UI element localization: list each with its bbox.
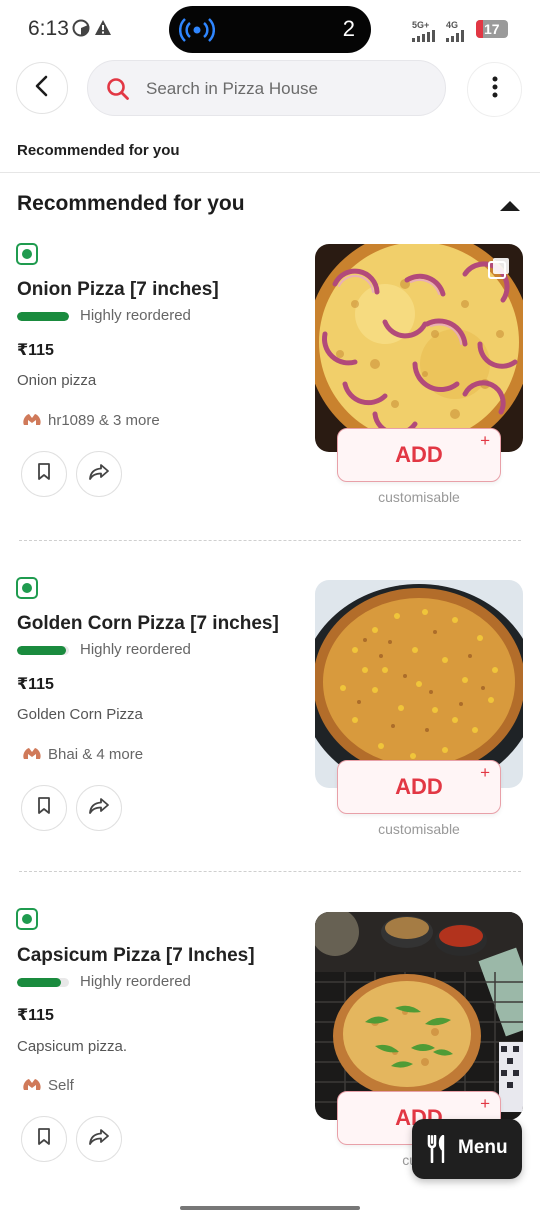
status-bar: 6:13 2 5G+ 4G 17 [0,0,540,58]
cutlery-icon [426,1134,448,1168]
search-icon [106,77,130,106]
bookmark-icon [37,462,51,486]
dashed-divider [19,871,521,872]
item-price: ₹115 [17,342,54,359]
search-input[interactable]: Search in Pizza House [87,60,446,116]
bookmark-button[interactable] [21,1116,67,1162]
item-description: Capsicum pizza. [17,1038,128,1055]
divider [0,172,540,173]
collapse-caret-icon[interactable] [500,201,520,211]
status-time: 6:13 [28,17,69,40]
heart-hands-icon [22,1076,42,1096]
customisable-label: customisable [378,821,460,837]
item-name: Onion Pizza [7 inches] [17,279,219,300]
capsicum-pizza-image[interactable] [315,912,523,1120]
battery-icon: 17 [476,20,508,38]
item-description: Onion pizza [17,372,97,389]
golden-corn-pizza-image[interactable] [315,580,523,788]
reorder-fill [17,646,67,655]
share-icon [88,463,110,486]
add-label: ADD [395,774,443,799]
shared-by: hr1089 & 3 more [22,411,160,431]
back-button[interactable] [16,62,68,114]
dashed-divider [19,540,521,541]
search-placeholder: Search in Pizza House [146,79,318,98]
bookmark-button[interactable] [21,785,67,831]
add-button[interactable]: ADD + [337,428,501,482]
reorder-label: Highly reordered [80,307,191,324]
plus-icon: + [480,1094,490,1113]
veg-icon [16,243,38,265]
shared-by: Bhai & 4 more [22,745,143,765]
shared-by: Self [22,1076,74,1096]
reorder-meter [17,978,69,987]
reorder-label: Highly reordered [80,973,191,990]
heart-hands-icon [22,745,42,765]
item-price: ₹115 [17,676,54,693]
data-saver-icon [72,19,90,42]
share-button[interactable] [76,1116,122,1162]
item-name: Golden Corn Pizza [7 inches] [17,613,279,634]
more-options-button[interactable] [467,62,522,117]
heart-hands-icon [22,411,42,431]
plus-icon: + [480,763,490,782]
home-indicator[interactable] [180,1206,360,1210]
signal-5g: 5G+ [412,20,438,42]
bookmark-icon [37,796,51,820]
share-icon [88,1128,110,1151]
broadcast-icon [178,15,216,50]
reorder-meter [17,312,69,321]
bookmark-icon [37,1127,51,1151]
menu-label: Menu [458,1137,508,1158]
bookmark-button[interactable] [21,451,67,497]
shared-by-label: Self [48,1077,74,1094]
add-label: ADD [395,442,443,467]
signal-5g-label: 5G+ [412,20,430,30]
veg-icon [16,908,38,930]
alert-icon [94,19,112,41]
shared-by-label: Bhai & 4 more [48,746,144,763]
share-button[interactable] [76,451,122,497]
reorder-fill [17,312,69,321]
share-icon [88,797,110,820]
onion-pizza-image[interactable] [315,244,523,452]
live-activity-pill[interactable]: 2 [169,6,371,53]
reorder-meter [17,646,69,655]
share-button[interactable] [76,785,122,831]
signal-4g-label: 4G [446,20,459,30]
item-description: Golden Corn Pizza [17,706,143,723]
shared-by-label: hr1089 & 3 more [48,412,160,429]
veg-icon [16,577,38,599]
more-vertical-icon [492,76,498,103]
customisable-label: customisable [378,489,460,505]
reorder-label: Highly reordered [80,641,191,658]
item-price: ₹115 [17,1007,54,1024]
reorder-fill [17,978,62,987]
section-title: Recommended for you [17,192,245,215]
plus-icon: + [480,431,490,450]
battery-level: 17 [484,21,500,37]
pill-count: 2 [342,16,355,41]
add-button[interactable]: ADD + [337,760,501,814]
menu-button[interactable]: Menu [412,1119,522,1179]
chevron-left-icon [32,75,52,102]
sticky-category-label: Recommended for you [17,142,180,159]
signal-4g: 4G [446,20,468,42]
item-name: Capsicum Pizza [7 Inches] [17,945,255,966]
